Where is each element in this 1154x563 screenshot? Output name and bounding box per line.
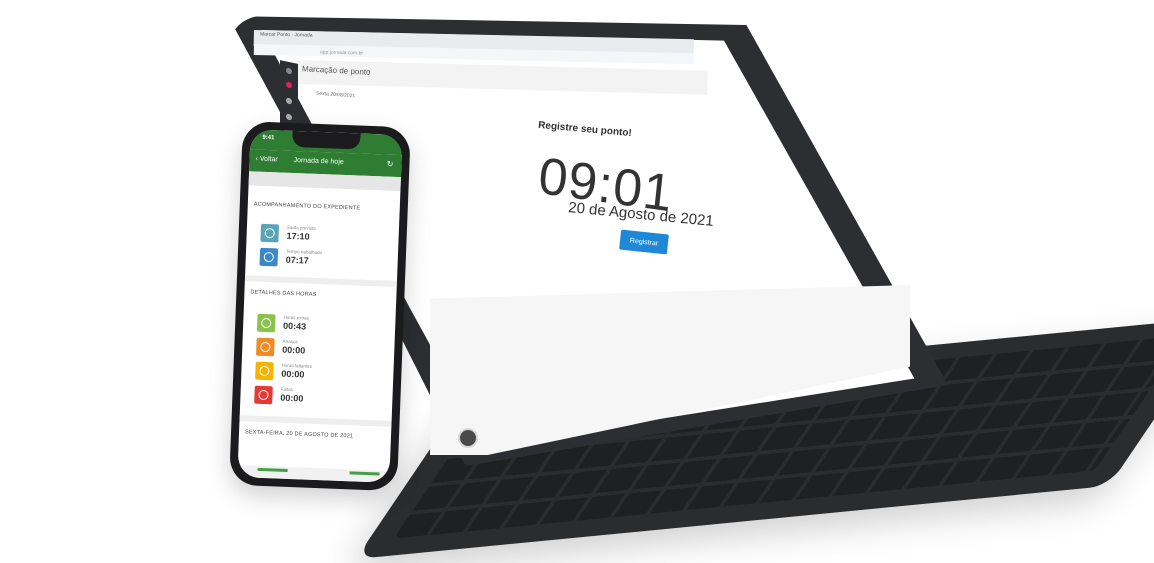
details-item-label: Faltas bbox=[280, 386, 294, 393]
clock-icon bbox=[256, 337, 275, 357]
tracking-item: Tempo trabalhado 07:17 bbox=[259, 247, 390, 273]
device-scene: Marcar Ponto · Jornada app.jornada.com.b… bbox=[0, 0, 1154, 563]
phone-frame: 9:41 ‹ Voltar Jornada de hoje ↻ ACOMPANH… bbox=[229, 121, 411, 492]
clock-icon bbox=[259, 247, 279, 267]
tracking-item: Saída prevista 17:10 bbox=[260, 223, 391, 249]
details-item-value: 00:00 bbox=[280, 392, 304, 404]
section-divider bbox=[244, 275, 397, 288]
phone-screen: 9:41 ‹ Voltar Jornada de hoje ↻ ACOMPANH… bbox=[237, 129, 403, 483]
clock-icon bbox=[256, 313, 276, 333]
day-section-title: SEXTA-FEIRA, 20 DE AGOSTO DE 2021 bbox=[244, 429, 354, 440]
phone-notch bbox=[292, 130, 361, 150]
tracking-item-value: 07:17 bbox=[285, 254, 309, 266]
bell-icon[interactable] bbox=[286, 81, 292, 89]
back-label: Voltar bbox=[259, 155, 278, 164]
details-item-label: Atrasos bbox=[282, 338, 298, 345]
status-time: 9:41 bbox=[262, 134, 275, 142]
details-item: Horas extras 00:43 bbox=[256, 313, 388, 339]
refresh-icon[interactable]: ↻ bbox=[387, 160, 394, 169]
tracking-section-title: ACOMPANHAMENTO DO EXPEDIENTE bbox=[253, 201, 361, 212]
user-icon[interactable] bbox=[286, 113, 292, 121]
details-section-title: DETALHES DAS HORAS bbox=[250, 289, 317, 298]
details-item-value: 00:00 bbox=[281, 368, 305, 380]
clock-icon bbox=[255, 361, 274, 381]
browser-tab-title[interactable]: Marcar Ponto · Jornada bbox=[260, 31, 313, 38]
clock-icon[interactable] bbox=[286, 97, 292, 105]
logo-icon[interactable] bbox=[286, 67, 292, 75]
clock-icon bbox=[254, 385, 273, 405]
details-item: Faltas 00:00 bbox=[254, 385, 385, 411]
details-item-value: 00:43 bbox=[282, 320, 307, 332]
details-item: Atrasos 00:00 bbox=[256, 337, 387, 363]
details-item-label: Horas extras bbox=[283, 314, 310, 321]
url-text[interactable]: app.jornada.com.br bbox=[320, 49, 363, 56]
user-avatar[interactable] bbox=[458, 428, 478, 448]
details-item-value: 00:00 bbox=[282, 344, 306, 356]
clock-icon bbox=[260, 223, 280, 243]
section-divider bbox=[239, 415, 392, 427]
details-item: Horas faltantes 00:00 bbox=[255, 361, 386, 387]
tracking-item-value: 17:10 bbox=[286, 230, 310, 242]
back-button[interactable]: ‹ Voltar bbox=[255, 156, 277, 164]
